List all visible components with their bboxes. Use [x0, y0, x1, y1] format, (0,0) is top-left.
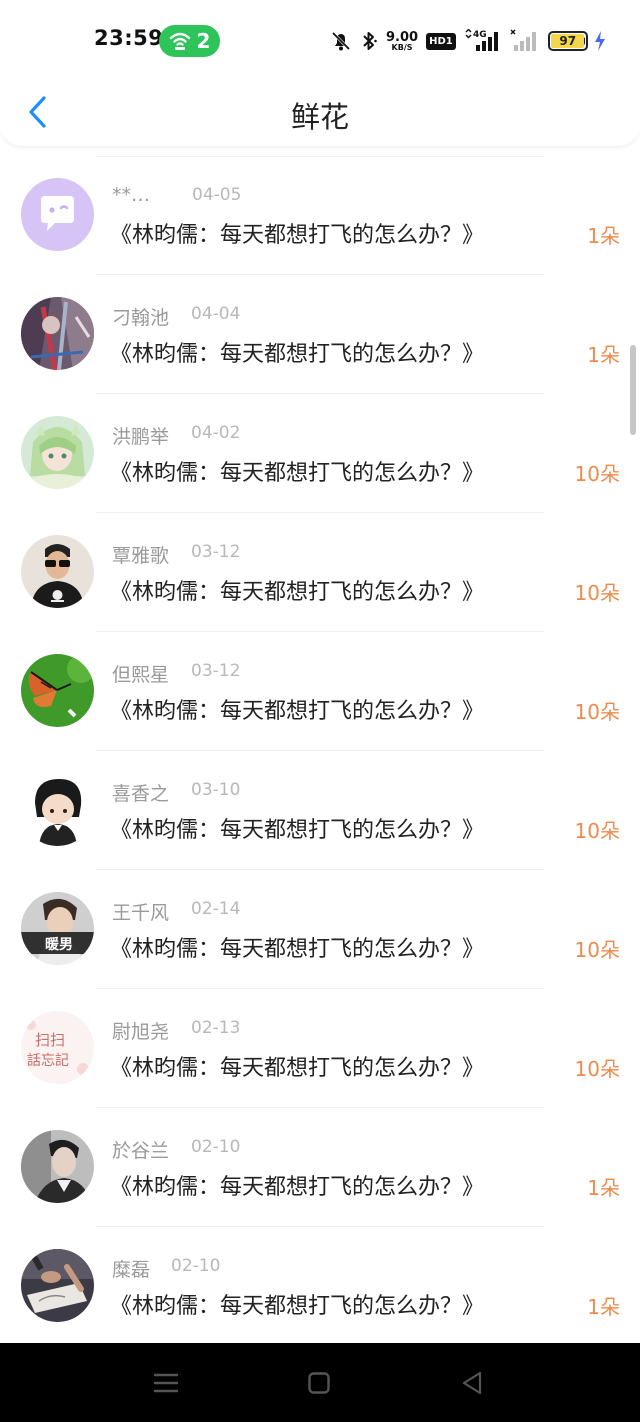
sender-name: 覃雅歌: [112, 545, 170, 567]
flower-quantity: 10朵: [574, 700, 620, 724]
list-item[interactable]: 於谷兰 02-10 《林昀儒：每天都想打飞的怎么办？》 1朵: [0, 1108, 640, 1227]
gift-date: 04-05: [192, 185, 242, 205]
battery-level: 97: [559, 34, 577, 48]
back-triangle-icon: [462, 1371, 482, 1395]
gift-date: 02-14: [191, 899, 241, 919]
sender-name: 但熙星: [112, 664, 170, 686]
butterfly-avatar[interactable]: [21, 654, 94, 727]
flower-gift-list[interactable]: **… 04-05 《林昀儒：每天都想打飞的怎么办？》 1朵 刁翰池 04-04…: [0, 156, 640, 1343]
system-navigation-bar: [0, 1343, 640, 1422]
hands-photo-avatar[interactable]: [21, 1249, 94, 1322]
man-sunglasses-avatar[interactable]: [21, 535, 94, 608]
signal-sim2-icon: [510, 29, 536, 51]
book-title: 《林昀儒：每天都想打飞的怎么办？》: [110, 1294, 485, 1319]
mute-bell-icon: [331, 31, 351, 51]
flower-quantity: 10朵: [574, 462, 620, 486]
gift-date: 02-10: [171, 1256, 221, 1276]
list-item[interactable]: 但熙星 03-12 《林昀儒：每天都想打飞的怎么办？》 10朵: [0, 632, 640, 751]
battery-icon: 97: [547, 31, 588, 51]
sender-name: 糜磊: [112, 1259, 151, 1281]
sender-name: 尉旭尧: [112, 1021, 170, 1043]
header-bar: 鲜花: [0, 82, 640, 146]
flower-quantity: 10朵: [574, 1057, 620, 1081]
gift-date: 03-10: [191, 780, 241, 800]
avatar-calligraphy-line1: 扫扫: [35, 1031, 65, 1049]
gift-date: 03-12: [191, 661, 241, 681]
avatar-calligraphy-line2: 話忘記: [27, 1052, 69, 1069]
battery-indicator: 97: [547, 31, 588, 51]
home-square-icon: [308, 1372, 330, 1394]
flower-quantity: 10朵: [574, 581, 620, 605]
book-title: 《林昀儒：每天都想打飞的怎么办？》: [110, 342, 485, 367]
list-item[interactable]: 刁翰池 04-04 《林昀儒：每天都想打飞的怎么办？》 1朵: [0, 275, 640, 394]
gift-date: 02-13: [191, 1018, 241, 1038]
book-title: 《林昀儒：每天都想打飞的怎么办？》: [110, 699, 485, 724]
list-item[interactable]: 洪鹏举 04-02 《林昀儒：每天都想打飞的怎么办？》 10朵: [0, 394, 640, 513]
sender-name: 喜香之: [112, 783, 170, 805]
man-portrait-avatar[interactable]: [21, 1130, 94, 1203]
hotspot-icon: [169, 32, 190, 50]
network-speed: 9.00 KB/S: [386, 31, 418, 52]
flower-quantity: 10朵: [574, 938, 620, 962]
status-time: 23:59: [94, 26, 164, 50]
flower-quantity: 1朵: [587, 1295, 620, 1319]
sender-name: 王千风: [112, 902, 170, 924]
list-item[interactable]: 暖男 王千风 02-14 《林昀儒：每天都想打飞的怎么办？》 10朵: [0, 870, 640, 989]
hotspot-indicator[interactable]: 2: [159, 25, 220, 57]
network-speed-unit: KB/S: [391, 42, 413, 52]
flower-quantity: 10朵: [574, 819, 620, 843]
book-title: 《林昀儒：每天都想打飞的怎么办？》: [110, 580, 485, 605]
gift-date: 02-10: [191, 1137, 241, 1157]
list-item[interactable]: 喜香之 03-10 《林昀儒：每天都想打飞的怎么办？》 10朵: [0, 751, 640, 870]
list-item[interactable]: **… 04-05 《林昀儒：每天都想打飞的怎么办？》 1朵: [0, 156, 640, 275]
calligraphy-avatar[interactable]: 扫扫 話忘記: [21, 1011, 94, 1084]
avatar-caption: 暖男: [45, 936, 73, 953]
bluetooth-icon: [363, 32, 377, 50]
gift-date: 04-04: [191, 304, 241, 324]
page-title: 鲜花: [290, 100, 349, 134]
book-title: 《林昀儒：每天都想打飞的怎么办？》: [110, 1175, 485, 1200]
hd-voice-badge: HD1: [426, 32, 456, 50]
network-type-label: 4G: [473, 30, 487, 40]
sender-name: 洪鹏举: [112, 426, 170, 448]
menu-button[interactable]: [146, 1365, 186, 1401]
cartoon-boy-avatar[interactable]: [21, 773, 94, 846]
flower-quantity: 1朵: [587, 224, 620, 248]
sender-name: 於谷兰: [112, 1140, 170, 1162]
list-item[interactable]: 扫扫 話忘記 尉旭尧 02-13 《林昀儒：每天都想打飞的怎么办？》 10朵: [0, 989, 640, 1108]
book-title: 《林昀儒：每天都想打飞的怎么办？》: [110, 223, 485, 248]
sender-name: 刁翰池: [112, 307, 170, 329]
menu-icon: [153, 1373, 179, 1393]
signal-4g-icon: 4G: [465, 29, 498, 51]
status-bar: 23:59 2 9.00 KB/S HD1 4G 97: [0, 0, 640, 82]
book-title: 《林昀儒：每天都想打飞的怎么办？》: [110, 818, 485, 843]
scrollbar-thumb[interactable]: [630, 345, 636, 435]
back-nav-button[interactable]: [452, 1365, 492, 1401]
list-item[interactable]: 糜磊 02-10 《林昀儒：每天都想打飞的怎么办？》 1朵: [0, 1227, 640, 1343]
flower-quantity: 1朵: [587, 1176, 620, 1200]
book-title: 《林昀儒：每天都想打飞的怎么办？》: [110, 1056, 485, 1081]
list-item[interactable]: 覃雅歌 03-12 《林昀儒：每天都想打飞的怎么办？》 10朵: [0, 513, 640, 632]
status-icons: 9.00 KB/S HD1 4G 97: [330, 27, 607, 55]
flower-quantity: 1朵: [587, 343, 620, 367]
book-title: 《林昀儒：每天都想打飞的怎么办？》: [110, 461, 485, 486]
network-speed-value: 9.00: [386, 29, 419, 45]
home-button[interactable]: [299, 1365, 339, 1401]
default-chat-avatar[interactable]: [21, 178, 94, 251]
book-title: 《林昀儒：每天都想打飞的怎么办？》: [110, 937, 485, 962]
charging-bolt-icon: [594, 31, 605, 51]
boy-photo-avatar[interactable]: 暖男: [21, 892, 94, 965]
gift-date: 03-12: [191, 542, 241, 562]
gift-date: 04-02: [191, 423, 241, 443]
anime-art-avatar[interactable]: [21, 297, 94, 370]
hotspot-count: 2: [196, 29, 211, 53]
sender-name: **…: [112, 184, 150, 206]
anime-girl-avatar[interactable]: [21, 416, 94, 489]
